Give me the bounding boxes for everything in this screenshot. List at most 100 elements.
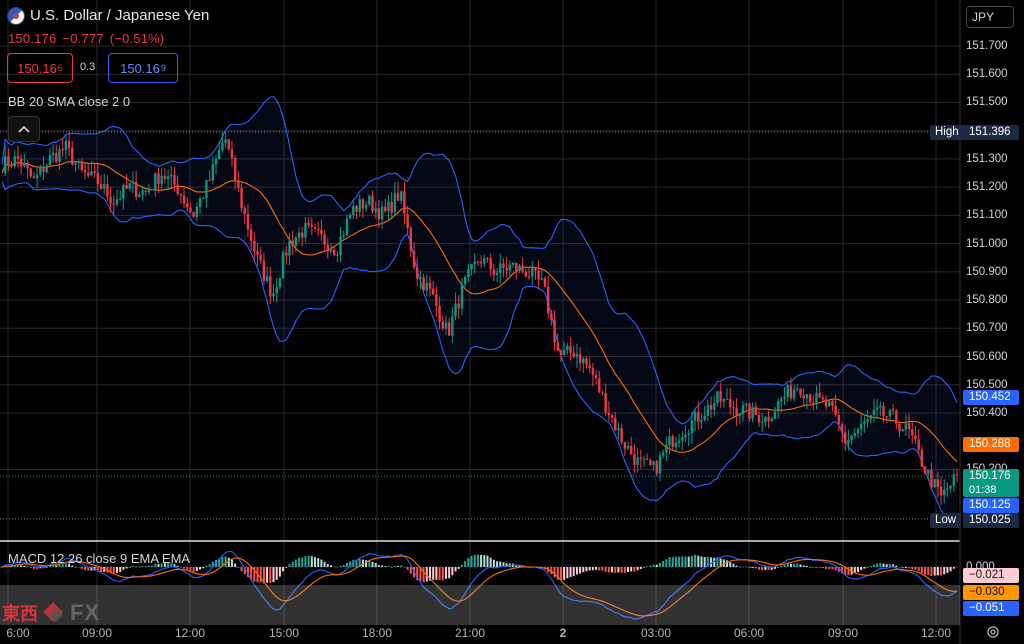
candle-body <box>741 405 745 414</box>
macd-histogram-bar <box>780 565 783 567</box>
candle-body <box>901 429 904 432</box>
candle-body <box>582 358 585 363</box>
collapse-indicators-button[interactable] <box>8 116 40 142</box>
candle-body <box>272 293 275 297</box>
low-price-tag: 150.025 <box>963 513 1019 528</box>
candle-body <box>936 479 940 487</box>
candle-body <box>32 176 36 179</box>
price-tick-label: 151.000 <box>966 237 1008 250</box>
candle-body <box>419 277 422 279</box>
macd-histogram-bar <box>703 556 706 567</box>
macd-histogram-bar <box>799 564 802 567</box>
candle-body <box>949 485 952 489</box>
macd-histogram-bar <box>189 567 192 571</box>
candle-body <box>933 479 936 488</box>
candle-body <box>246 213 250 230</box>
macd-histogram-bar <box>298 557 301 567</box>
candle-body <box>812 402 815 404</box>
macd-histogram-bar <box>409 567 412 574</box>
macd-histogram-bar <box>655 564 658 567</box>
macd-histogram-bar <box>208 564 211 567</box>
candle-body <box>438 305 441 322</box>
price-tick-label: 150.700 <box>966 322 1008 335</box>
settings-gear-icon[interactable] <box>986 625 1000 639</box>
candle-body <box>518 265 521 271</box>
candle-body <box>435 294 438 306</box>
macd-histogram-bar <box>598 567 601 571</box>
candle-body <box>767 416 770 422</box>
candle-body <box>757 414 761 423</box>
high-price-tag: 151.396 <box>963 124 1019 140</box>
symbol-title[interactable]: U.S. Dollar / Japanese Yen <box>8 7 209 24</box>
candle-body <box>703 415 706 420</box>
macd-histogram-bar <box>486 555 489 567</box>
candle-body <box>652 461 655 465</box>
quote-row: 150.176 −0.777 (−0.51%) <box>8 31 170 46</box>
candle-body <box>74 163 77 165</box>
candle-body <box>690 420 694 434</box>
macd-histogram-bar <box>952 567 955 569</box>
candle-body <box>875 407 879 410</box>
candle-body <box>128 183 131 189</box>
candle-body <box>51 153 55 156</box>
candle-body <box>476 261 480 263</box>
candle-body <box>856 429 860 434</box>
macd-histogram-bar <box>825 567 828 569</box>
candle-body <box>700 419 703 422</box>
macd-histogram-bar <box>282 567 285 572</box>
macd-histogram-bar <box>387 565 390 567</box>
candle-body <box>447 322 451 336</box>
candle-body <box>499 263 502 273</box>
macd-histogram-bar <box>764 567 767 570</box>
candle-body <box>390 201 393 213</box>
buy-button[interactable]: 150.16 9 <box>108 53 178 83</box>
candle-body <box>486 258 489 260</box>
macd-histogram-bar <box>269 567 272 584</box>
macd-histogram-bar <box>789 563 792 567</box>
macd-histogram-bar <box>314 557 317 567</box>
bb-indicator-label[interactable]: BB 20 SMA close 2 0 <box>8 94 130 109</box>
candle-body <box>732 407 735 409</box>
bb-lower-price-tag: 150.125 <box>963 498 1019 513</box>
sell-button[interactable]: 150.16 6 <box>7 53 73 83</box>
candle-body <box>112 203 115 205</box>
macd-histogram-bar <box>553 567 556 578</box>
price-tick-label: 150.400 <box>966 407 1008 419</box>
macd-histogram-bar <box>336 567 339 568</box>
macd-histogram-bar <box>135 566 138 568</box>
macd-histogram-bar <box>738 566 741 568</box>
macd-histogram-bar <box>329 565 332 567</box>
candle-body <box>176 184 179 194</box>
candle-body <box>751 406 754 419</box>
candle-body <box>917 439 920 450</box>
candle-body <box>406 214 409 229</box>
candle-body <box>607 412 611 416</box>
candle-body <box>310 225 314 227</box>
macd-histogram-bar <box>122 567 125 570</box>
candle-body <box>773 411 777 419</box>
macd-histogram-bar <box>684 556 687 567</box>
candle-body <box>58 148 61 162</box>
macd-histogram-bar <box>575 567 578 575</box>
macd-indicator-label[interactable]: MACD 12 26 close 9 EMA EMA <box>8 551 190 566</box>
candle-body <box>578 354 582 363</box>
macd-histogram-bar <box>611 567 614 573</box>
candle-body <box>888 409 892 417</box>
symbol-name: U.S. Dollar / Japanese Yen <box>30 7 210 24</box>
currency-select[interactable]: JPY <box>966 6 1014 28</box>
candle-body <box>930 469 933 488</box>
macd-histogram-bar <box>809 566 812 568</box>
candle-body <box>834 405 837 415</box>
candle-body <box>61 148 64 151</box>
macd-line-value-tag: −0.051 <box>963 601 1019 616</box>
candle-body <box>275 287 278 294</box>
macd-histogram-bar <box>345 562 348 567</box>
macd-histogram-bar <box>818 567 821 568</box>
macd-histogram-bar <box>317 558 320 567</box>
macd-histogram-bar <box>636 567 639 571</box>
macd-histogram-bar <box>697 555 700 567</box>
candle-body <box>505 267 508 271</box>
candle-body <box>642 458 646 460</box>
candle-body <box>776 401 780 412</box>
macd-histogram-bar <box>786 563 789 567</box>
